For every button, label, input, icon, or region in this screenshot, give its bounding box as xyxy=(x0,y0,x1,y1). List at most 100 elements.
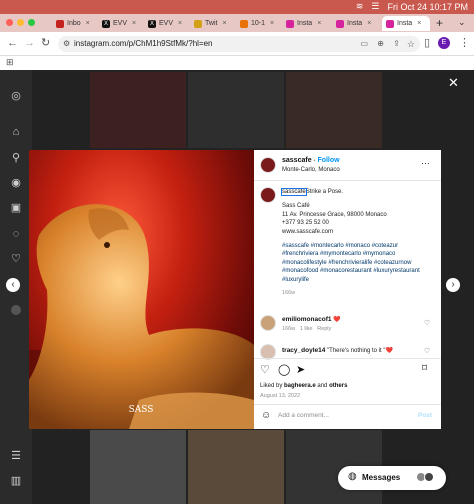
home-icon[interactable]: ⌂ xyxy=(10,126,22,138)
instagram-favicon-icon xyxy=(386,19,394,28)
messenger-icon[interactable]: ◌ xyxy=(10,228,22,240)
grid-post-thumbnail[interactable] xyxy=(90,430,186,504)
follow-button[interactable]: Follow xyxy=(317,157,339,164)
browser-tab-strip: Inbo × X EVV × X EVV × Twit × 10-1 × Insta × Ins… xyxy=(0,14,474,32)
wifi-icon[interactable]: ≋ xyxy=(356,1,364,12)
more-options-icon[interactable]: ··· xyxy=(421,158,430,168)
share-icon[interactable]: ⇪ xyxy=(393,36,400,52)
post-comment-button[interactable]: Post xyxy=(418,412,432,419)
comment-username[interactable]: tracy_doyle14 xyxy=(282,347,325,354)
comment: tracy_doyle14 "There's nothing to it "❤️ xyxy=(282,347,422,354)
meta-threads-icon[interactable]: ▥ xyxy=(10,475,22,487)
comment-likes[interactable]: 1 like xyxy=(300,326,313,332)
site-info-icon[interactable]: ⚙ xyxy=(63,36,70,52)
previous-post-chevron-icon[interactable]: ‹ xyxy=(6,278,20,292)
browser-tab[interactable]: Insta × xyxy=(332,16,380,31)
liked-by-line: Liked by bagheera.e and others xyxy=(260,383,348,389)
author-username[interactable]: sasscafe xyxy=(282,157,312,164)
back-arrow-icon[interactable]: ← xyxy=(7,37,18,49)
grid-post-thumbnail[interactable] xyxy=(90,72,186,148)
notifications-heart-icon[interactable]: ♡ xyxy=(10,253,22,265)
close-tab-icon[interactable]: × xyxy=(86,20,90,27)
grid-post-thumbnail[interactable] xyxy=(188,72,284,148)
browser-toolbar: ← → ↻ ⚙ instagram.com/p/ChM1h9StfMk/?hl=… xyxy=(0,32,474,56)
caption-avatar[interactable] xyxy=(260,187,276,203)
commenter-avatar[interactable] xyxy=(260,315,276,331)
close-tab-icon[interactable]: × xyxy=(222,20,226,27)
minimize-window-button[interactable] xyxy=(17,19,24,26)
close-tab-icon[interactable]: × xyxy=(317,20,321,27)
comment-like-heart-icon[interactable]: ♡ xyxy=(424,347,430,355)
next-post-chevron-icon[interactable]: › xyxy=(446,278,460,292)
comment: emiliomonacof1 ❤️ 166w 1 like Reply xyxy=(282,316,422,332)
apps-grid-icon[interactable]: ⊞ xyxy=(6,57,14,68)
liked-by-others[interactable]: others xyxy=(329,383,347,389)
reload-icon[interactable]: ↻ xyxy=(41,37,50,49)
sidebar-toggle-icon[interactable]: ▯ xyxy=(424,37,430,49)
liked-by-user[interactable]: bagheera.e xyxy=(284,383,316,389)
browser-tab[interactable]: X EVV × xyxy=(98,16,142,31)
close-tab-icon[interactable]: × xyxy=(132,20,136,27)
profile-avatar[interactable]: E xyxy=(438,37,450,49)
caption-hashtags[interactable]: #sasscafe #montecarlo #monaco #coteazur … xyxy=(282,242,432,284)
emoji-smiley-icon[interactable]: ☺ xyxy=(261,410,271,421)
comment-reply-button[interactable]: Reply xyxy=(317,326,331,332)
author-avatar[interactable] xyxy=(260,157,276,173)
comment-bubble-icon[interactable]: ◯ xyxy=(278,363,290,376)
close-window-button[interactable] xyxy=(6,19,13,26)
grid-post-thumbnail[interactable] xyxy=(286,72,382,148)
caption-line: www.sasscafe.com xyxy=(282,228,334,235)
messages-label: Messages xyxy=(362,473,401,482)
caption-username[interactable]: sasscafe xyxy=(281,188,307,196)
browser-tab-active[interactable]: Insta × xyxy=(382,16,430,31)
zoom-icon[interactable]: ⊕ xyxy=(377,36,384,52)
browser-tab[interactable]: Insta × xyxy=(282,16,330,31)
profile-avatar[interactable] xyxy=(11,305,21,315)
close-tab-icon[interactable]: × xyxy=(417,20,421,27)
browser-tab[interactable]: X EVV × xyxy=(144,16,188,31)
control-center-icon[interactable]: ☰ xyxy=(371,1,379,12)
browser-menu-icon[interactable]: ⋮ xyxy=(459,37,470,49)
browser-tab[interactable]: Twit × xyxy=(190,16,234,31)
more-menu-icon[interactable]: ☰ xyxy=(10,450,22,462)
caption-line: 11 Av. Princesse Grace, 98000 Monaco xyxy=(282,211,387,218)
comment-box-divider xyxy=(254,404,441,405)
add-comment-input[interactable]: Add a comment... xyxy=(278,412,329,419)
bookmark-star-icon[interactable]: ☆ xyxy=(407,36,415,52)
browser-tab[interactable]: Inbo × xyxy=(52,16,96,31)
messages-widget[interactable]: ◍ Messages xyxy=(338,466,446,490)
address-bar[interactable]: ⚙ instagram.com/p/ChM1h9StfMk/?hl=en ▭ ⊕… xyxy=(58,36,420,52)
post-location[interactable]: Monte-Carlo, Monaco xyxy=(282,167,340,173)
save-bookmark-icon[interactable]: ⌑ xyxy=(422,363,427,374)
close-tab-icon[interactable]: × xyxy=(270,20,274,27)
comment-like-heart-icon[interactable]: ♡ xyxy=(424,319,430,327)
cast-icon[interactable]: ▭ xyxy=(360,36,368,52)
tab-favicon-icon xyxy=(240,19,248,28)
forward-arrow-icon[interactable]: → xyxy=(24,37,35,49)
explore-icon[interactable]: ◉ xyxy=(10,177,22,189)
tab-list-chevron-icon[interactable]: ⌄ xyxy=(458,17,466,28)
new-tab-button[interactable]: + xyxy=(436,16,443,30)
like-heart-icon[interactable]: ♡ xyxy=(260,363,270,376)
search-icon[interactable]: ⚲ xyxy=(10,152,22,164)
post-modal: SASS sasscafe • Follow Monte-Carlo, Mona… xyxy=(29,150,441,429)
instagram-logo-icon[interactable]: ◎ xyxy=(10,90,22,102)
close-tab-icon[interactable]: × xyxy=(178,20,182,27)
grid-post-thumbnail[interactable] xyxy=(188,430,284,504)
reels-icon[interactable]: ▣ xyxy=(10,202,22,214)
share-paper-plane-icon[interactable]: ➤ xyxy=(296,363,305,376)
post-photo[interactable]: SASS xyxy=(29,150,254,429)
zoom-window-button[interactable] xyxy=(28,19,35,26)
comment-username[interactable]: emiliomonacof1 xyxy=(282,316,331,323)
twitch-favicon-icon xyxy=(194,19,202,28)
x-favicon-icon: X xyxy=(102,19,110,28)
close-tab-icon[interactable]: × xyxy=(367,20,371,27)
x-favicon-icon: X xyxy=(148,19,156,28)
gmail-favicon-icon xyxy=(56,19,64,28)
caption-age: 166w xyxy=(282,290,296,297)
comment-age: 166w xyxy=(282,326,296,332)
browser-tab[interactable]: 10-1 × xyxy=(236,16,280,31)
lioness-sculpture-image: SASS xyxy=(29,204,254,429)
menu-bar-datetime[interactable]: Fri Oct 24 10:17 PM xyxy=(387,2,468,12)
close-modal-icon[interactable]: ✕ xyxy=(448,76,459,89)
